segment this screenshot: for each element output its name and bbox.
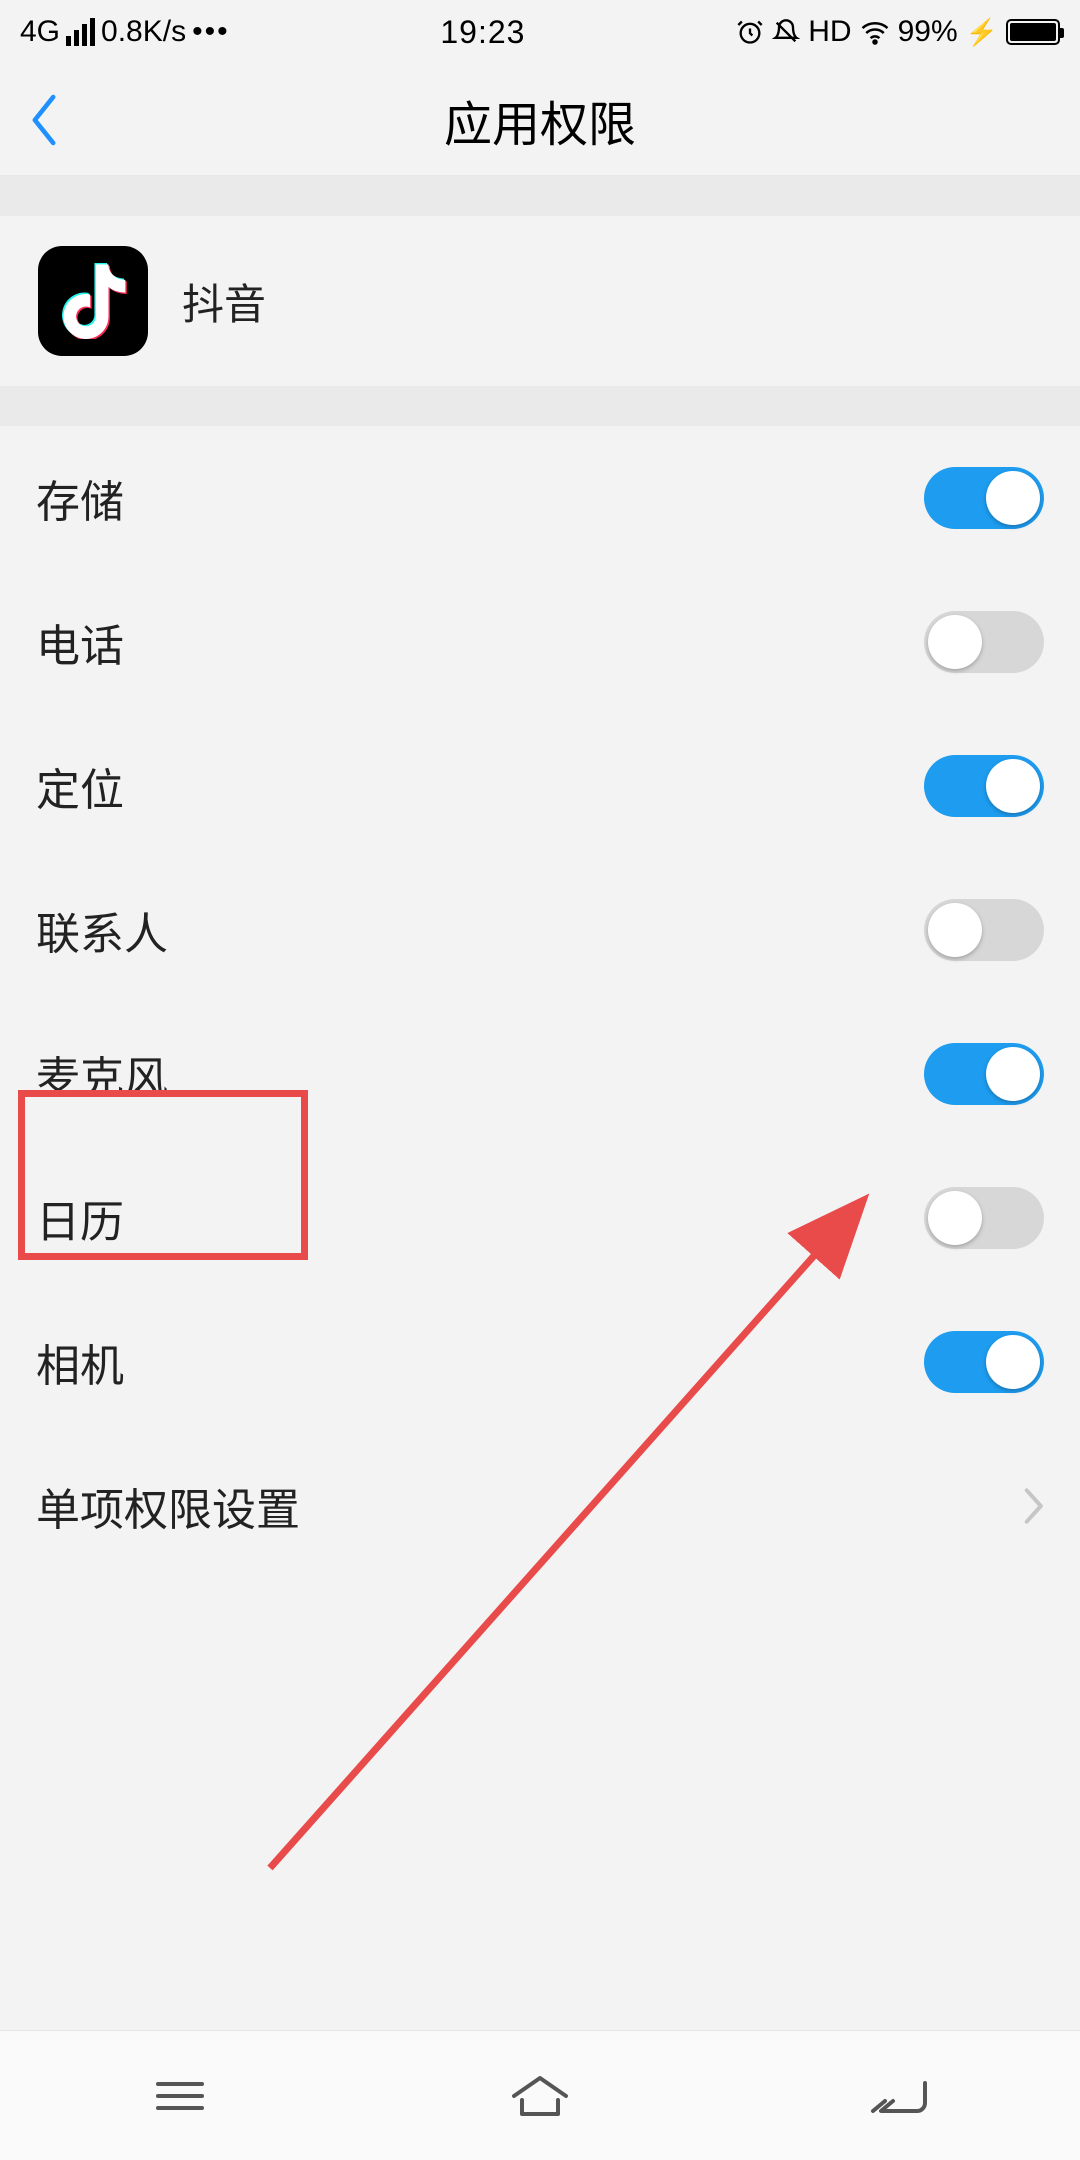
permission-row-storage[interactable]: 存储 <box>0 426 1080 570</box>
permission-row-calendar[interactable]: 日历 <box>0 1146 1080 1290</box>
permission-label: 联系人 <box>36 898 924 962</box>
recent-apps-button[interactable] <box>143 2072 217 2120</box>
section-gap <box>0 386 1080 426</box>
wifi-icon <box>860 17 890 47</box>
toggle-storage[interactable] <box>924 467 1044 529</box>
app-info-row: 抖音 <box>0 216 1080 386</box>
permission-label: 定位 <box>36 754 924 818</box>
chevron-right-icon <box>1022 1487 1044 1525</box>
battery-icon <box>1006 19 1060 45</box>
toggle-contacts[interactable] <box>924 899 1044 961</box>
toggle-location[interactable] <box>924 755 1044 817</box>
permission-label: 电话 <box>36 610 924 674</box>
permission-row-location[interactable]: 定位 <box>0 714 1080 858</box>
hd-label: HD <box>808 15 851 49</box>
permission-row-contacts[interactable]: 联系人 <box>0 858 1080 1002</box>
permission-label: 存储 <box>36 466 924 530</box>
single-settings-label: 单项权限设置 <box>36 1474 1022 1538</box>
single-permission-settings[interactable]: 单项权限设置 <box>0 1434 1080 1578</box>
charging-icon: ⚡ <box>966 17 998 48</box>
toggle-phone[interactable] <box>924 611 1044 673</box>
permission-label: 日历 <box>36 1186 924 1250</box>
permission-list: 存储 电话 定位 联系人 麦克风 日历 相机 单项权限设置 <box>0 426 1080 1578</box>
network-speed: 0.8K/s <box>101 15 186 49</box>
status-left: 4G 0.8K/s ••• <box>20 15 230 49</box>
permission-row-phone[interactable]: 电话 <box>0 570 1080 714</box>
signal-bars-icon <box>66 18 95 46</box>
home-button[interactable] <box>503 2072 577 2120</box>
section-gap <box>0 176 1080 216</box>
toggle-microphone[interactable] <box>924 1043 1044 1105</box>
page-title: 应用权限 <box>0 85 1080 155</box>
dnd-icon <box>772 18 800 46</box>
network-type: 4G <box>20 15 60 49</box>
permission-label: 相机 <box>36 1330 924 1394</box>
page-header: 应用权限 <box>0 64 1080 176</box>
battery-percent: 99% <box>898 15 958 49</box>
permission-row-microphone[interactable]: 麦克风 <box>0 1002 1080 1146</box>
system-navigation-bar <box>0 2030 1080 2160</box>
status-time: 19:23 <box>230 14 737 51</box>
back-nav-button[interactable] <box>863 2072 937 2120</box>
status-right: HD 99% ⚡ <box>736 15 1060 49</box>
more-icon: ••• <box>192 15 230 49</box>
status-bar: 4G 0.8K/s ••• 19:23 HD 99% ⚡ <box>0 0 1080 64</box>
toggle-calendar[interactable] <box>924 1187 1044 1249</box>
permission-label: 麦克风 <box>36 1042 924 1106</box>
back-button[interactable] <box>28 94 60 146</box>
app-icon-douyin <box>38 246 148 356</box>
alarm-icon <box>736 18 764 46</box>
toggle-camera[interactable] <box>924 1331 1044 1393</box>
app-name: 抖音 <box>182 271 266 332</box>
permission-row-camera[interactable]: 相机 <box>0 1290 1080 1434</box>
